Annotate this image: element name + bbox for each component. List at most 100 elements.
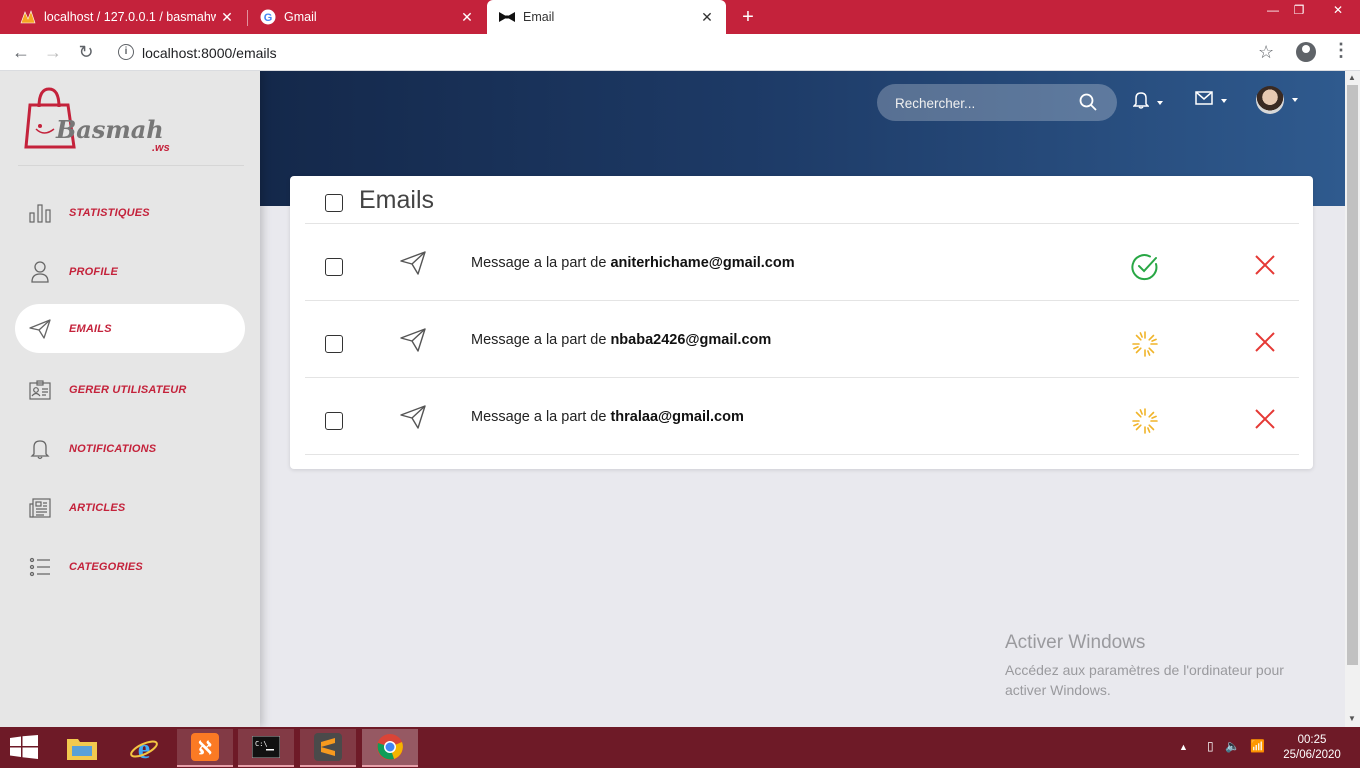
sidebar-item-label: NOTIFICATIONS: [69, 442, 157, 455]
sidebar-item-articles[interactable]: ARTICLES: [15, 483, 245, 532]
close-icon[interactable]: ✕: [456, 9, 478, 26]
phpmyadmin-icon: [20, 9, 36, 25]
search-input[interactable]: [895, 93, 1065, 113]
scroll-up-arrow-icon[interactable]: ▲: [1348, 73, 1356, 82]
new-tab-button[interactable]: +: [738, 5, 758, 29]
message-prefix: Message a la part de: [471, 332, 607, 348]
windows-activation-watermark: Activer Windows Accédez aux paramètres d…: [1005, 632, 1284, 700]
search-icon[interactable]: [1079, 93, 1097, 116]
tab-gmail[interactable]: G Gmail ✕: [248, 0, 486, 34]
browser-tab-bar: localhost / 127.0.0.1 / basmahws ✕ G Gma…: [0, 0, 1360, 34]
sidebar-item-label: GERER UTILISATEUR: [69, 383, 187, 396]
device-icon[interactable]: ▯: [1207, 739, 1214, 753]
tab-email[interactable]: Email ✕: [487, 0, 726, 34]
email-message: Message a la part de aniterhichame@gmail…: [471, 255, 795, 271]
row-checkbox[interactable]: [325, 335, 343, 353]
browser-toolbar: ← → ↻ i localhost:8000/emails ☆ ⋮: [0, 34, 1360, 71]
clock-time: 00:25: [1297, 734, 1327, 746]
sidebar-item-label: CATEGORIES: [69, 560, 143, 573]
scrollbar-thumb[interactable]: [1347, 85, 1358, 665]
notifications-dropdown[interactable]: [1132, 91, 1163, 114]
bar-chart-icon: [27, 200, 53, 226]
delete-icon[interactable]: [1255, 255, 1275, 280]
send-icon: [27, 316, 53, 342]
volume-icon[interactable]: 🔈: [1225, 739, 1240, 753]
xampp-icon[interactable]: ℵ: [177, 729, 233, 767]
chevron-up-icon[interactable]: ▲: [1179, 742, 1188, 752]
messages-dropdown[interactable]: [1195, 91, 1227, 110]
sidebar-item-categories[interactable]: CATEGORIES: [15, 542, 245, 591]
logo-text: Basmah: [55, 115, 164, 144]
close-window-button[interactable]: ✕: [1318, 0, 1358, 22]
bell-icon: [27, 436, 53, 462]
search-box: [877, 84, 1117, 121]
avatar: [1256, 86, 1284, 114]
delete-icon[interactable]: [1255, 409, 1275, 434]
chevron-down-icon: [1292, 98, 1298, 102]
svg-text:G: G: [264, 12, 273, 24]
message-prefix: Message a la part de: [471, 255, 607, 271]
watermark-line: Accédez aux paramètres de l'ordinateur p…: [1005, 662, 1284, 678]
sidebar-item-label: STATISTIQUES: [69, 206, 150, 219]
google-icon: G: [260, 9, 276, 25]
forward-button[interactable]: →: [41, 40, 65, 64]
send-icon: [400, 405, 426, 434]
select-all-checkbox[interactable]: [325, 194, 343, 212]
more-menu-icon[interactable]: ⋮: [1332, 40, 1350, 61]
page-content: Basmah .ws STATISTIQUES PROFILE EMAILS G…: [0, 71, 1345, 727]
internet-explorer-icon[interactable]: e: [116, 729, 172, 767]
address-bar[interactable]: i localhost:8000/emails ☆: [108, 38, 1288, 67]
windows-start-icon[interactable]: [10, 735, 38, 764]
system-clock[interactable]: 00:25 25/06/2020: [1280, 733, 1344, 763]
account-icon[interactable]: [1296, 42, 1316, 62]
sidebar-item-notifications[interactable]: NOTIFICATIONS: [15, 424, 245, 473]
close-icon[interactable]: ✕: [216, 9, 238, 26]
sidebar-item-gerer-utilisateur[interactable]: GERER UTILISATEUR: [15, 365, 245, 414]
scroll-down-arrow-icon[interactable]: ▼: [1348, 714, 1356, 723]
check-circle-icon[interactable]: [1131, 253, 1159, 286]
sidebar-item-emails[interactable]: EMAILS: [15, 304, 245, 353]
bookmark-star-icon[interactable]: ☆: [1258, 42, 1274, 63]
email-row[interactable]: Message a la part de nbaba2426@gmail.com: [305, 301, 1299, 378]
email-row[interactable]: Message a la part de thralaa@gmail.com: [305, 378, 1299, 455]
basmah-logo[interactable]: Basmah .ws: [24, 85, 184, 157]
row-checkbox[interactable]: [325, 258, 343, 276]
email-message: Message a la part de nbaba2426@gmail.com: [471, 332, 771, 348]
svg-text:ℵ: ℵ: [198, 738, 212, 758]
envelope-icon: [1195, 91, 1213, 110]
email-message: Message a la part de thralaa@gmail.com: [471, 409, 744, 425]
spinner-icon[interactable]: [1131, 330, 1159, 363]
sidebar-item-statistiques[interactable]: STATISTIQUES: [15, 188, 245, 237]
sidebar-item-profile[interactable]: PROFILE: [15, 247, 245, 296]
clock-date: 25/06/2020: [1283, 749, 1341, 761]
tab-phpmyadmin[interactable]: localhost / 127.0.0.1 / basmahws ✕: [0, 0, 246, 34]
restore-button[interactable]: ❐: [1282, 0, 1316, 22]
close-icon[interactable]: ✕: [696, 9, 718, 26]
divider: [18, 165, 244, 166]
tab-label: Gmail: [284, 10, 317, 24]
row-checkbox[interactable]: [325, 412, 343, 430]
chevron-down-icon: [1221, 98, 1227, 103]
email-row[interactable]: Message a la part de aniterhichame@gmail…: [305, 224, 1299, 301]
sublime-text-icon[interactable]: [300, 729, 356, 767]
spinner-icon[interactable]: [1131, 407, 1159, 440]
file-explorer-icon[interactable]: [54, 729, 110, 767]
scrollbar[interactable]: ▲ ▼: [1345, 71, 1360, 727]
reload-button[interactable]: ↻: [74, 40, 98, 64]
info-icon[interactable]: i: [118, 44, 134, 60]
chevron-down-icon: [1157, 100, 1163, 105]
page-title: Emails: [359, 186, 435, 214]
send-icon: [400, 251, 426, 280]
back-button[interactable]: ←: [9, 40, 33, 64]
sender-email: nbaba2426@gmail.com: [610, 332, 772, 348]
url-text: localhost:8000/emails: [142, 45, 277, 61]
sidebar-item-label: ARTICLES: [69, 501, 126, 514]
delete-icon[interactable]: [1255, 332, 1275, 357]
chrome-icon[interactable]: [362, 729, 418, 767]
id-card-icon: [27, 377, 53, 403]
user-menu-dropdown[interactable]: [1256, 86, 1298, 114]
bell-icon: [1132, 91, 1150, 114]
network-icon[interactable]: 📶: [1250, 739, 1265, 753]
command-prompt-icon[interactable]: C:\: [238, 729, 294, 767]
bowtie-icon: [499, 9, 515, 25]
